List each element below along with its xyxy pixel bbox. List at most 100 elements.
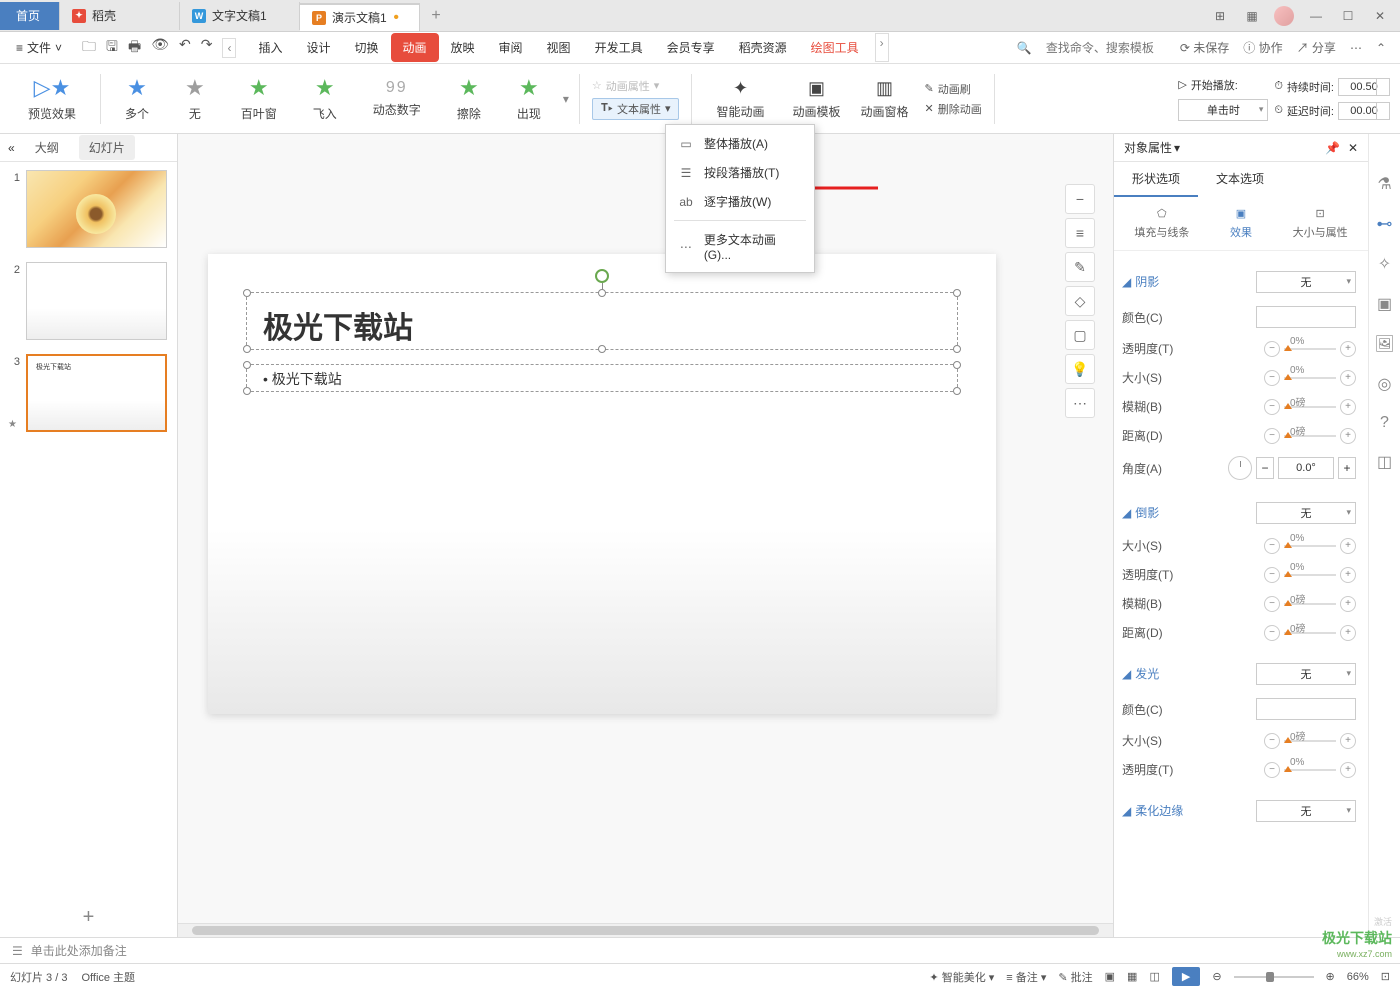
anim-flyin[interactable]: ★飞入: [295, 75, 355, 122]
pin-icon[interactable]: 📌: [1325, 141, 1340, 155]
angle-plus[interactable]: +: [1338, 457, 1356, 479]
open-icon[interactable]: 🗀: [82, 36, 96, 60]
reflection-blur-slider[interactable]: −0磅+: [1264, 596, 1356, 612]
shadow-transparency-slider[interactable]: −0%+: [1264, 341, 1356, 357]
bullet-text[interactable]: • 极光下载站: [247, 365, 957, 393]
layers-button[interactable]: ≡: [1065, 218, 1095, 248]
shape-button[interactable]: ◇: [1065, 286, 1095, 316]
unsaved-button[interactable]: ⟳ 未保存: [1180, 39, 1229, 56]
collapse-icon[interactable]: «: [8, 141, 15, 155]
new-tab-button[interactable]: +: [420, 0, 452, 32]
rail-help-icon[interactable]: ?: [1380, 414, 1389, 432]
reflection-transparency-slider[interactable]: −0%+: [1264, 567, 1356, 583]
avatar[interactable]: [1274, 6, 1294, 26]
zoom-in-button[interactable]: ⊕: [1326, 970, 1335, 983]
notes-placeholder[interactable]: 单击此处添加备注: [31, 942, 127, 959]
handle[interactable]: [598, 345, 606, 353]
shadow-color-select[interactable]: [1256, 306, 1356, 328]
anim-template-button[interactable]: ▣动画模板: [783, 78, 851, 120]
apps-icon[interactable]: ▦: [1242, 9, 1262, 23]
dropdown-play-word[interactable]: ab逐字播放(W): [666, 187, 814, 216]
subtab-size[interactable]: ⊡大小与属性: [1293, 207, 1348, 240]
smart-anim-button[interactable]: ✦智能动画: [698, 78, 782, 120]
zoom-level[interactable]: 66%: [1347, 971, 1369, 983]
tab-design[interactable]: 设计: [294, 33, 342, 62]
search-input[interactable]: [1046, 41, 1166, 55]
angle-minus[interactable]: −: [1256, 457, 1274, 479]
tab-insert[interactable]: 插入: [246, 33, 294, 62]
handle[interactable]: [598, 289, 606, 297]
more-icon[interactable]: ⋯: [1350, 41, 1362, 55]
handle[interactable]: [243, 345, 251, 353]
slides-tab[interactable]: 幻灯片: [79, 135, 135, 160]
more-tools-button[interactable]: ⋯: [1065, 388, 1095, 418]
idea-button[interactable]: 💡: [1065, 354, 1095, 384]
soft-edge-preset-select[interactable]: 无: [1256, 800, 1356, 822]
rotation-handle[interactable]: [595, 269, 609, 283]
tab-doc[interactable]: W 文字文稿1: [180, 2, 300, 30]
anim-pane-button[interactable]: ▥动画窗格: [851, 78, 919, 120]
handle[interactable]: [243, 361, 251, 369]
handle[interactable]: [243, 289, 251, 297]
collapse-ribbon-icon[interactable]: ⌃: [1376, 41, 1386, 55]
zoom-out-button[interactable]: ⊖: [1212, 970, 1221, 983]
subtab-effect[interactable]: ▣效果: [1230, 207, 1252, 240]
tab-text-options[interactable]: 文本选项: [1198, 162, 1282, 197]
add-slide-button[interactable]: +: [0, 898, 177, 937]
anim-wipe[interactable]: ★擦除: [439, 75, 499, 122]
zoom-slider[interactable]: [1234, 976, 1314, 978]
glow-transparency-slider[interactable]: −0%+: [1264, 762, 1356, 778]
soft-edge-title[interactable]: ◢ 柔化边缘: [1122, 798, 1183, 823]
rail-dock-icon[interactable]: ◫: [1377, 452, 1392, 472]
anim-appear[interactable]: ★出现: [499, 75, 559, 122]
frame-button[interactable]: ▢: [1065, 320, 1095, 350]
rail-image-icon[interactable]: 🖼: [1374, 334, 1394, 354]
collab-button[interactable]: ⓘ 协作: [1243, 39, 1282, 56]
view-normal-icon[interactable]: ▣: [1105, 970, 1115, 983]
reflection-distance-slider[interactable]: −0磅+: [1264, 625, 1356, 641]
tab-view[interactable]: 视图: [535, 33, 583, 62]
view-reading-icon[interactable]: ◫: [1149, 970, 1159, 983]
print-icon[interactable]: 🖶: [128, 36, 141, 60]
angle-value[interactable]: 0.0°: [1278, 457, 1334, 479]
shadow-blur-slider[interactable]: −0磅+: [1264, 399, 1356, 415]
angle-dial[interactable]: [1228, 456, 1252, 480]
rail-settings-icon[interactable]: ⊷: [1377, 214, 1393, 234]
tab-slideshow[interactable]: 放映: [439, 33, 487, 62]
anim-none[interactable]: ★无: [167, 75, 223, 122]
rail-location-icon[interactable]: ◎: [1378, 374, 1392, 394]
grid-icon[interactable]: ⊞: [1210, 9, 1230, 23]
shadow-title[interactable]: ◢ 阴影: [1122, 269, 1159, 294]
rail-clipboard-icon[interactable]: ▣: [1377, 294, 1392, 314]
shadow-preset-select[interactable]: 无: [1256, 271, 1356, 293]
tab-member[interactable]: 会员专享: [655, 33, 727, 62]
scroll-left-icon[interactable]: ‹: [222, 38, 236, 58]
gallery-more-icon[interactable]: ▾: [559, 92, 573, 106]
save-icon[interactable]: 🖫: [106, 36, 118, 60]
dropdown-play-all[interactable]: ▭整体播放(A): [666, 129, 814, 158]
glow-size-slider[interactable]: −0磅+: [1264, 733, 1356, 749]
file-menu[interactable]: ≡ 文件 ˅: [6, 39, 72, 56]
horizontal-scrollbar[interactable]: [178, 923, 1113, 937]
share-button[interactable]: ↗ 分享: [1297, 39, 1336, 56]
subtab-fill[interactable]: ⬠填充与线条: [1134, 207, 1189, 240]
rail-assistant-icon[interactable]: ⚗: [1377, 174, 1391, 194]
title-textbox[interactable]: 极光下载站: [246, 292, 958, 350]
anim-number[interactable]: 99动态数字: [355, 79, 439, 118]
undo-icon[interactable]: ↶: [179, 36, 191, 60]
glow-color-select[interactable]: [1256, 698, 1356, 720]
minimize-button[interactable]: —: [1306, 9, 1326, 23]
delay-spinner[interactable]: 00.00: [1338, 102, 1390, 120]
tab-drawing-tools[interactable]: 绘图工具: [799, 33, 871, 62]
rail-style-icon[interactable]: ✧: [1378, 254, 1391, 274]
reflection-title[interactable]: ◢ 倒影: [1122, 500, 1159, 525]
anim-props-button[interactable]: ☆ 动画属性 ▾: [592, 78, 680, 94]
handle[interactable]: [953, 345, 961, 353]
tab-animation[interactable]: 动画: [391, 33, 439, 62]
glow-preset-select[interactable]: 无: [1256, 663, 1356, 685]
handle[interactable]: [953, 361, 961, 369]
pen-button[interactable]: ✎: [1065, 252, 1095, 282]
comments-button[interactable]: ✎ 批注: [1058, 969, 1092, 985]
zoom-out-button[interactable]: −: [1065, 184, 1095, 214]
maximize-button[interactable]: ☐: [1338, 9, 1358, 23]
